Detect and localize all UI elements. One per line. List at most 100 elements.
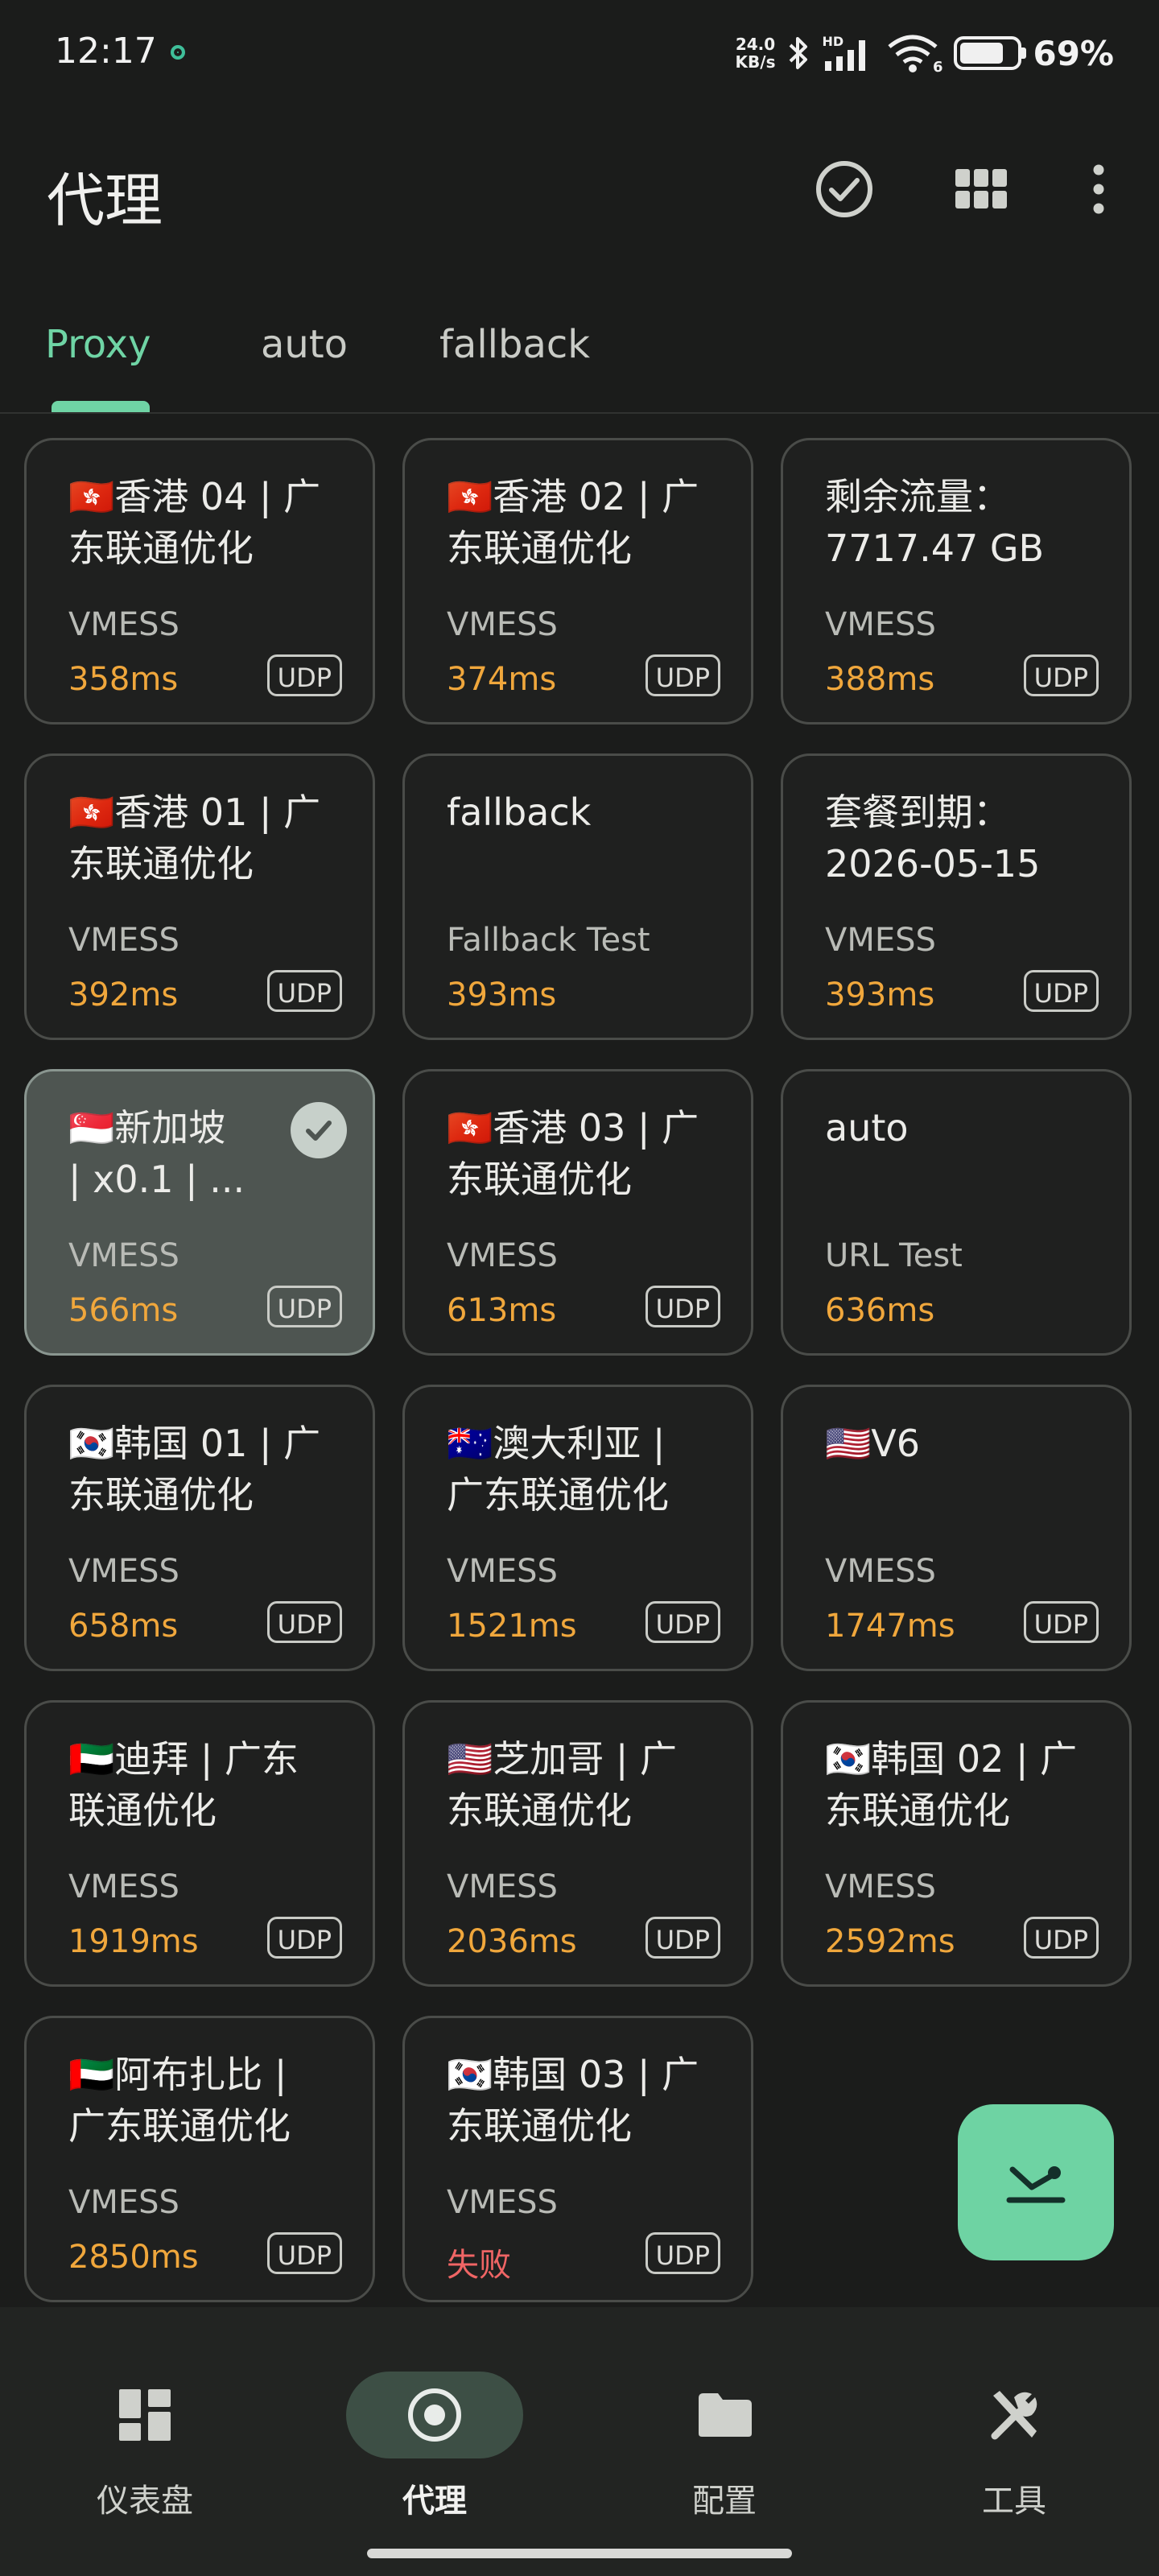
proxy-delay[interactable]: 1521ms <box>447 1608 577 1645</box>
udp-badge: UDP <box>266 1286 342 1327</box>
status-time: 12:17 <box>55 31 157 72</box>
udp-badge: UDP <box>645 1917 720 1959</box>
proxy-card[interactable]: 🇭🇰香港 02 | 广 东联通优化 VMESS 374ms UDP <box>402 438 753 724</box>
proxy-type: VMESS <box>68 1553 179 1590</box>
nav-label: 工具 <box>982 2483 1046 2520</box>
proxy-card[interactable]: 🇰🇷韩国 01 | 广 东联通优化 VMESS 658ms UDP <box>24 1385 375 1671</box>
proxy-delay[interactable]: 1747ms <box>825 1608 955 1645</box>
proxy-delay[interactable]: 2592ms <box>825 1923 955 1960</box>
proxy-name: 剩余流量： 7717.47 GB <box>825 475 1045 570</box>
proxy-delay[interactable]: 374ms <box>447 661 556 698</box>
udp-badge: UDP <box>645 1601 720 1643</box>
proxy-type: VMESS <box>68 1237 179 1274</box>
battery-icon <box>954 36 1027 70</box>
udp-badge: UDP <box>266 654 342 696</box>
proxy-name: 🇰🇷韩国 03 | 广 东联通优化 <box>447 2053 699 2148</box>
proxy-delay[interactable]: 392ms <box>68 976 178 1013</box>
proxy-name: 套餐到期： 2026-05-15 <box>825 791 1041 886</box>
udp-badge: UDP <box>266 1917 342 1959</box>
proxy-card[interactable]: 剩余流量： 7717.47 GB VMESS 388ms UDP <box>781 438 1132 724</box>
check-circle-icon <box>816 161 872 217</box>
proxy-delay[interactable]: 393ms <box>447 976 556 1013</box>
udp-badge: UDP <box>645 1286 720 1327</box>
proxy-name: 🇦🇺澳大利亚 | 广东联通优化 <box>447 1422 669 1517</box>
layout-toggle-button[interactable] <box>945 153 1017 225</box>
proxy-card[interactable]: 🇸🇬新加坡 | x0.1 | ... VMESS 566ms UDP <box>24 1069 375 1356</box>
proxy-name: 🇭🇰香港 02 | 广 东联通优化 <box>447 475 699 570</box>
proxy-type: URL Test <box>825 1237 963 1274</box>
proxy-name: 🇰🇷韩国 01 | 广 东联通优化 <box>68 1422 321 1517</box>
app-bar: 代理 <box>0 129 1159 250</box>
proxy-delay[interactable]: 613ms <box>447 1292 556 1329</box>
proxy-type: VMESS <box>68 2184 179 2221</box>
status-bar: 12:17 24.0 KB/s HD 6 69% <box>0 0 1159 105</box>
proxy-delay[interactable]: 2036ms <box>447 1923 577 1960</box>
proxy-card[interactable]: fallback Fallback Test 393ms <box>402 753 753 1040</box>
proxy-type: VMESS <box>68 1868 179 1905</box>
wifi-status: 6 <box>886 32 942 76</box>
status-icons: 24.0 KB/s HD 6 69% <box>736 29 1114 77</box>
tab-auto[interactable]: auto <box>261 322 348 367</box>
udp-badge: UDP <box>266 970 342 1012</box>
proxy-card[interactable]: 🇦🇺澳大利亚 | 广东联通优化 VMESS 1521ms UDP <box>402 1385 753 1671</box>
proxy-delay[interactable]: 658ms <box>68 1608 178 1645</box>
proxy-delay[interactable]: 358ms <box>68 661 178 698</box>
udp-badge: UDP <box>1023 654 1099 696</box>
proxy-delay[interactable]: 636ms <box>825 1292 934 1329</box>
proxy-type: VMESS <box>447 1868 558 1905</box>
proxy-type: Fallback Test <box>447 922 650 959</box>
proxy-card[interactable]: 🇭🇰香港 04 | 广 东联通优化 VMESS 358ms UDP <box>24 438 375 724</box>
proxy-delay[interactable]: 1919ms <box>68 1923 199 1960</box>
battery-level <box>960 43 1003 64</box>
proxy-name: 🇭🇰香港 03 | 广 东联通优化 <box>447 1106 699 1201</box>
nav-tools[interactable]: 工具 <box>909 2339 1119 2520</box>
wifi-icon <box>888 35 938 72</box>
proxy-name: 🇺🇸V6 <box>825 1422 921 1465</box>
bluetooth-icon <box>790 37 808 69</box>
grid-icon <box>955 169 1007 208</box>
bottom-navigation: 仪表盘 代理 配置 工具 <box>0 2307 1159 2576</box>
proxy-delay[interactable]: 2850ms <box>68 2239 199 2276</box>
proxy-card[interactable]: 套餐到期： 2026-05-15 VMESS 393ms UDP <box>781 753 1132 1040</box>
proxy-card[interactable]: 🇰🇷韩国 02 | 广 东联通优化 VMESS 2592ms UDP <box>781 1700 1132 1987</box>
proxy-type: VMESS <box>447 2184 558 2221</box>
scroll-to-selected-button[interactable] <box>958 2104 1114 2260</box>
proxy-card[interactable]: 🇭🇰香港 03 | 广 东联通优化 VMESS 613ms UDP <box>402 1069 753 1356</box>
cellular-signal: HD <box>822 34 875 72</box>
udp-badge: UDP <box>1023 1917 1099 1959</box>
network-speed: 24.0 KB/s <box>735 35 776 72</box>
home-indicator <box>367 2549 792 2558</box>
udp-badge: UDP <box>1023 970 1099 1012</box>
target-location-icon <box>1006 2166 1066 2203</box>
proxy-card[interactable]: 🇰🇷韩国 03 | 广 东联通优化 VMESS 失败 UDP <box>402 2016 753 2302</box>
nav-dashboard[interactable]: 仪表盘 <box>40 2339 250 2520</box>
proxy-card[interactable]: auto URL Test 636ms <box>781 1069 1132 1356</box>
proxy-type: VMESS <box>825 1553 936 1590</box>
proxy-delay[interactable]: 393ms <box>825 976 934 1013</box>
udp-badge: UDP <box>266 2232 342 2274</box>
nav-label: 配置 <box>692 2483 757 2520</box>
proxy-icon <box>408 2388 461 2442</box>
tab-fallback[interactable]: fallback <box>439 322 590 367</box>
tab-indicator <box>52 401 150 412</box>
proxy-card[interactable]: 🇦🇪阿布扎比 | 广东联通优化 VMESS 2850ms UDP <box>24 2016 375 2302</box>
more-options-button[interactable] <box>1062 153 1135 225</box>
proxy-delay[interactable]: 失败 <box>447 2239 511 2285</box>
check-delay-button[interactable] <box>808 153 881 225</box>
proxy-card[interactable]: 🇭🇰香港 01 | 广 东联通优化 VMESS 392ms UDP <box>24 753 375 1040</box>
proxy-type: VMESS <box>68 606 179 643</box>
proxy-type: VMESS <box>447 1553 558 1590</box>
proxy-name: auto <box>825 1106 909 1150</box>
folder-icon <box>699 2393 752 2437</box>
proxy-name: 🇭🇰香港 01 | 广 东联通优化 <box>68 791 321 886</box>
group-tabs: Proxy auto fallback <box>0 306 1159 414</box>
nav-profiles[interactable]: 配置 <box>620 2339 829 2520</box>
proxy-card[interactable]: 🇦🇪迪拜 | 广东 联通优化 VMESS 1919ms UDP <box>24 1700 375 1987</box>
nav-proxy[interactable]: 代理 <box>330 2339 539 2520</box>
proxy-delay[interactable]: 388ms <box>825 661 934 698</box>
proxy-name: fallback <box>447 791 592 834</box>
tab-proxy[interactable]: Proxy <box>45 322 151 367</box>
proxy-card[interactable]: 🇺🇸V6 VMESS 1747ms UDP <box>781 1385 1132 1671</box>
proxy-card[interactable]: 🇺🇸芝加哥 | 广 东联通优化 VMESS 2036ms UDP <box>402 1700 753 1987</box>
proxy-delay[interactable]: 566ms <box>68 1292 178 1329</box>
